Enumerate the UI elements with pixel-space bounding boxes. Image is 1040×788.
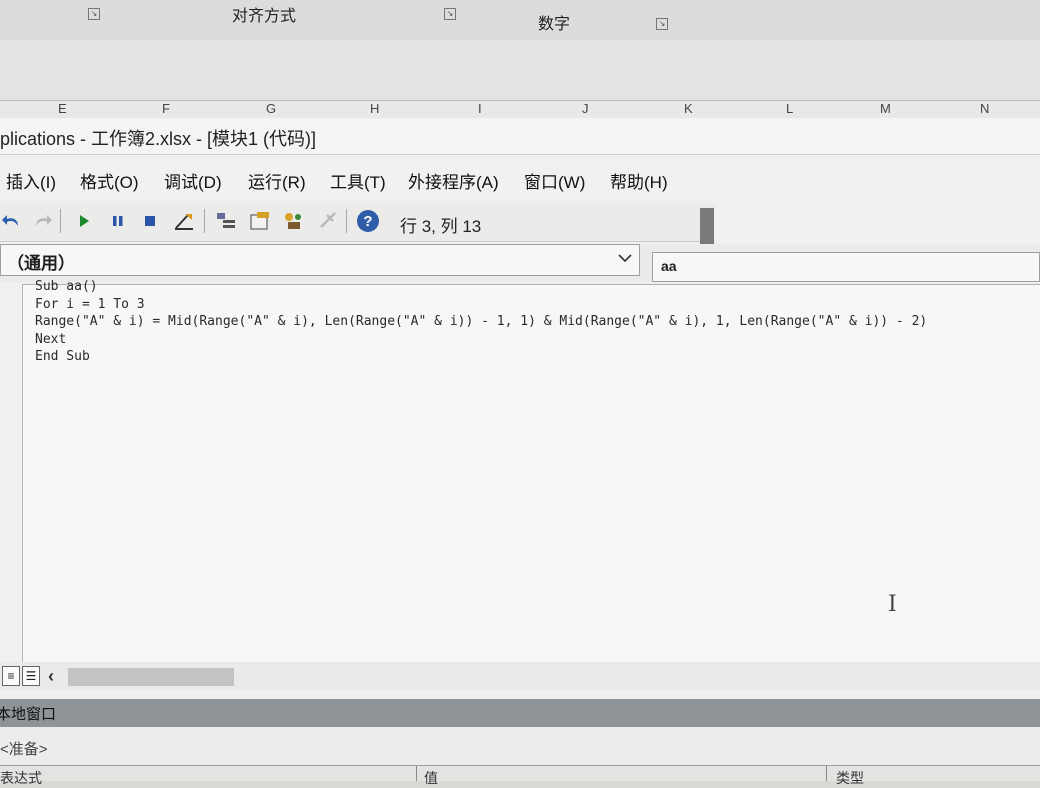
standard-toolbar: ? 行 3, 列 13 — [0, 203, 715, 242]
code-line[interactable]: Range("A" & i) = Mid(Range("A" & i), Len… — [35, 313, 927, 331]
horizontal-scrollbar-row: ≡ ☰ ‹ — [0, 662, 1040, 690]
object-dropdown[interactable]: （通用） — [0, 244, 640, 276]
column-letter: H — [370, 101, 380, 116]
code-line[interactable]: End Sub — [35, 348, 927, 366]
column-letter: E — [58, 101, 67, 116]
full-module-view-icon[interactable]: ☰ — [22, 666, 40, 686]
chevron-down-icon[interactable] — [615, 251, 635, 269]
code-line[interactable]: Sub aa() — [35, 278, 927, 296]
ribbon-group-number: 数字 — [538, 16, 571, 33]
code-text[interactable]: Sub aa() For i = 1 To 3 Range("A" & i) = M… — [35, 278, 927, 366]
menu-run[interactable]: 运行(R) — [248, 168, 306, 193]
reset-icon[interactable] — [138, 209, 162, 233]
svg-text:?: ? — [363, 213, 372, 230]
undo-icon[interactable] — [0, 209, 24, 233]
title-bar: plications - 工作簿2.xlsx - [模块1 (代码)] — [0, 118, 1040, 155]
menu-insert[interactable]: 插入(I) — [6, 168, 56, 193]
help-icon[interactable]: ? — [356, 209, 380, 233]
menu-format[interactable]: 格式(O) — [80, 168, 139, 193]
column-letter: K — [684, 101, 693, 116]
locals-status: <准备> — [0, 741, 48, 758]
window-title: plications - 工作簿2.xlsx - [模块1 (代码)] — [0, 129, 317, 149]
design-mode-icon[interactable] — [172, 209, 196, 233]
dialog-launcher-icon[interactable]: ↘ — [88, 8, 100, 20]
menu-debug[interactable]: 调试(D) — [164, 168, 222, 193]
code-line[interactable]: For i = 1 To 3 — [35, 296, 927, 314]
column-letter: L — [786, 101, 794, 116]
header-type[interactable]: 类型 — [836, 768, 864, 788]
redo-icon[interactable] — [30, 209, 54, 233]
object-browser-icon[interactable] — [282, 209, 306, 233]
object-dropdown-value: （通用） — [7, 254, 75, 273]
toolbar-overflow-handle[interactable] — [700, 208, 714, 244]
ribbon-group-alignment: 对齐方式 — [232, 8, 297, 25]
toolbox-icon[interactable] — [316, 209, 340, 233]
column-letter: G — [266, 101, 277, 116]
menu-addins[interactable]: 外接程序(A) — [408, 168, 499, 193]
excel-ribbon: ↘ 对齐方式 ↘ 数字 ↘ — [0, 0, 1040, 41]
header-expression[interactable]: 表达式 — [0, 768, 42, 788]
menu-window[interactable]: 窗口(W) — [524, 168, 585, 193]
header-value[interactable]: 值 — [424, 768, 438, 788]
scroll-thumb[interactable] — [68, 668, 234, 686]
break-icon[interactable] — [106, 209, 130, 233]
menu-help[interactable]: 帮助(H) — [610, 168, 668, 193]
column-letter: M — [880, 101, 891, 116]
procedure-view-icon[interactable]: ≡ — [2, 666, 20, 686]
scroll-left-icon[interactable]: ‹ — [48, 666, 54, 687]
locals-window-titlebar: 本地窗口 — [0, 699, 1040, 727]
locals-window-title: 本地窗口 — [0, 706, 57, 723]
column-letter: J — [582, 101, 589, 116]
run-icon[interactable] — [72, 209, 96, 233]
cursor-position: 行 3, 列 13 — [400, 217, 482, 236]
column-letter: I — [478, 101, 482, 116]
column-letter: F — [162, 101, 170, 116]
menu-tools[interactable]: 工具(T) — [330, 168, 386, 193]
procedure-dropdown-value: aa — [661, 258, 677, 274]
locals-column-headers: 表达式 值 类型 — [0, 765, 1040, 786]
properties-icon[interactable] — [248, 209, 272, 233]
project-explorer-icon[interactable] — [214, 209, 238, 233]
column-letter: N — [980, 101, 990, 116]
dialog-launcher-icon[interactable]: ↘ — [444, 8, 456, 20]
margin-indicator-bar[interactable] — [0, 284, 23, 662]
column-header-row: E F G H I J K L M N — [0, 100, 1040, 120]
menu-bar: 插入(I) 格式(O) 调试(D) 运行(R) 工具(T) 外接程序(A) 窗口… — [0, 160, 1040, 200]
dialog-launcher-icon[interactable]: ↘ — [656, 18, 668, 30]
code-line[interactable]: Next — [35, 331, 927, 349]
text-cursor-icon: I — [888, 592, 897, 617]
